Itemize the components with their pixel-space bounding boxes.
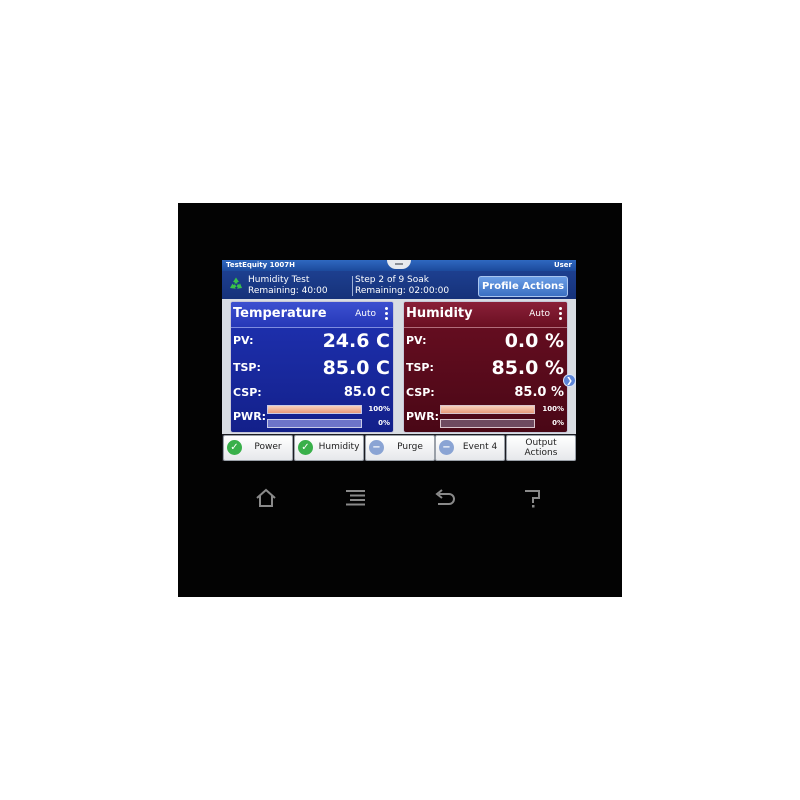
output-actions-button[interactable]: Output Actions (506, 435, 576, 461)
help-icon[interactable] (520, 486, 546, 510)
output-label: Humidity (318, 442, 360, 452)
pwr-heat-bar (267, 405, 362, 414)
output-actions-label: Output Actions (507, 438, 575, 458)
kebab-menu-icon[interactable] (385, 307, 388, 322)
tsp-label: TSP: (406, 361, 434, 374)
output-actions-line2: Actions (524, 448, 558, 458)
user-label[interactable]: User (554, 260, 572, 271)
menu-icon[interactable] (343, 486, 369, 510)
output-event4-button[interactable]: − Event 4 (435, 435, 505, 461)
humidity-csp: 85.0 % (514, 385, 564, 400)
check-icon: ✓ (227, 440, 242, 455)
kebab-menu-icon[interactable] (559, 307, 562, 322)
pwr-heat-pct: 100% (368, 405, 390, 413)
app-title: TestEquity 1007H (226, 261, 295, 269)
humidity-pv: 0.0 % (504, 330, 564, 352)
temperature-csp: 85.0 C (343, 385, 390, 400)
pwr-cool-pct: 0% (378, 419, 390, 427)
pwr-heat-pct: 100% (542, 405, 564, 413)
recycle-icon (230, 277, 242, 289)
output-label: Power (254, 442, 282, 452)
pwr-cool-bar (440, 419, 535, 428)
pv-label: PV: (233, 334, 254, 347)
output-purge-button[interactable]: − Purge (365, 435, 435, 461)
temperature-header: Temperature Auto (231, 302, 393, 328)
home-icon[interactable] (253, 486, 279, 510)
pwr-cool-pct: 0% (552, 419, 564, 427)
output-humidity-button[interactable]: ✓ Humidity (294, 435, 364, 461)
temperature-pv: 24.6 C (322, 330, 390, 352)
csp-label: CSP: (406, 386, 435, 399)
humidity-tsp[interactable]: 85.0 % (491, 357, 564, 379)
humidity-header: Humidity Auto (404, 302, 567, 328)
output-label: Event 4 (462, 442, 498, 452)
tsp-label: TSP: (233, 361, 261, 374)
minus-icon: − (369, 440, 384, 455)
pwr-heat-fill (441, 406, 534, 413)
pwr-label: PWR: (406, 410, 440, 423)
profile-remaining: Remaining: 40:00 (248, 286, 328, 296)
humidity-panel[interactable]: Humidity Auto PV: 0.0 % TSP: 85.0 % CSP:… (403, 301, 568, 433)
pwr-heat-bar (440, 405, 535, 414)
pv-label: PV: (406, 334, 427, 347)
output-power-button[interactable]: ✓ Power (223, 435, 293, 461)
profile-name: Humidity Test (248, 275, 310, 285)
humidity-title: Humidity (406, 306, 473, 321)
pwr-cool-bar (267, 419, 362, 428)
divider (352, 276, 353, 296)
profile-status-bar: Humidity Test Remaining: 40:00 Step 2 of… (222, 271, 576, 299)
csp-label: CSP: (233, 386, 262, 399)
temperature-title: Temperature (233, 306, 327, 321)
pwr-label: PWR: (233, 410, 267, 423)
profile-actions-button[interactable]: Profile Actions (478, 276, 568, 297)
chevron-right-icon[interactable]: ❯ (563, 374, 576, 387)
temperature-tsp[interactable]: 85.0 C (323, 357, 390, 379)
check-icon: ✓ (298, 440, 313, 455)
output-actions-line1: Output (525, 438, 557, 448)
output-label: Purge (397, 442, 423, 452)
step-remaining: Remaining: 02:00:00 (355, 286, 450, 296)
humidity-mode: Auto (529, 309, 550, 319)
back-icon[interactable] (431, 486, 457, 510)
pwr-heat-fill (268, 406, 361, 413)
output-bar: ✓ Power ✓ Humidity − Purge − Event 4 Out… (222, 434, 576, 461)
step-status: Step 2 of 9 Soak (355, 275, 430, 285)
touch-screen: TestEquity 1007H User Humidity Test Rema… (222, 260, 576, 461)
temperature-panel[interactable]: Temperature Auto PV: 24.6 C TSP: 85.0 C … (230, 301, 394, 433)
temperature-mode: Auto (355, 309, 376, 319)
minus-icon: − (439, 440, 454, 455)
grip-icon (395, 263, 403, 265)
